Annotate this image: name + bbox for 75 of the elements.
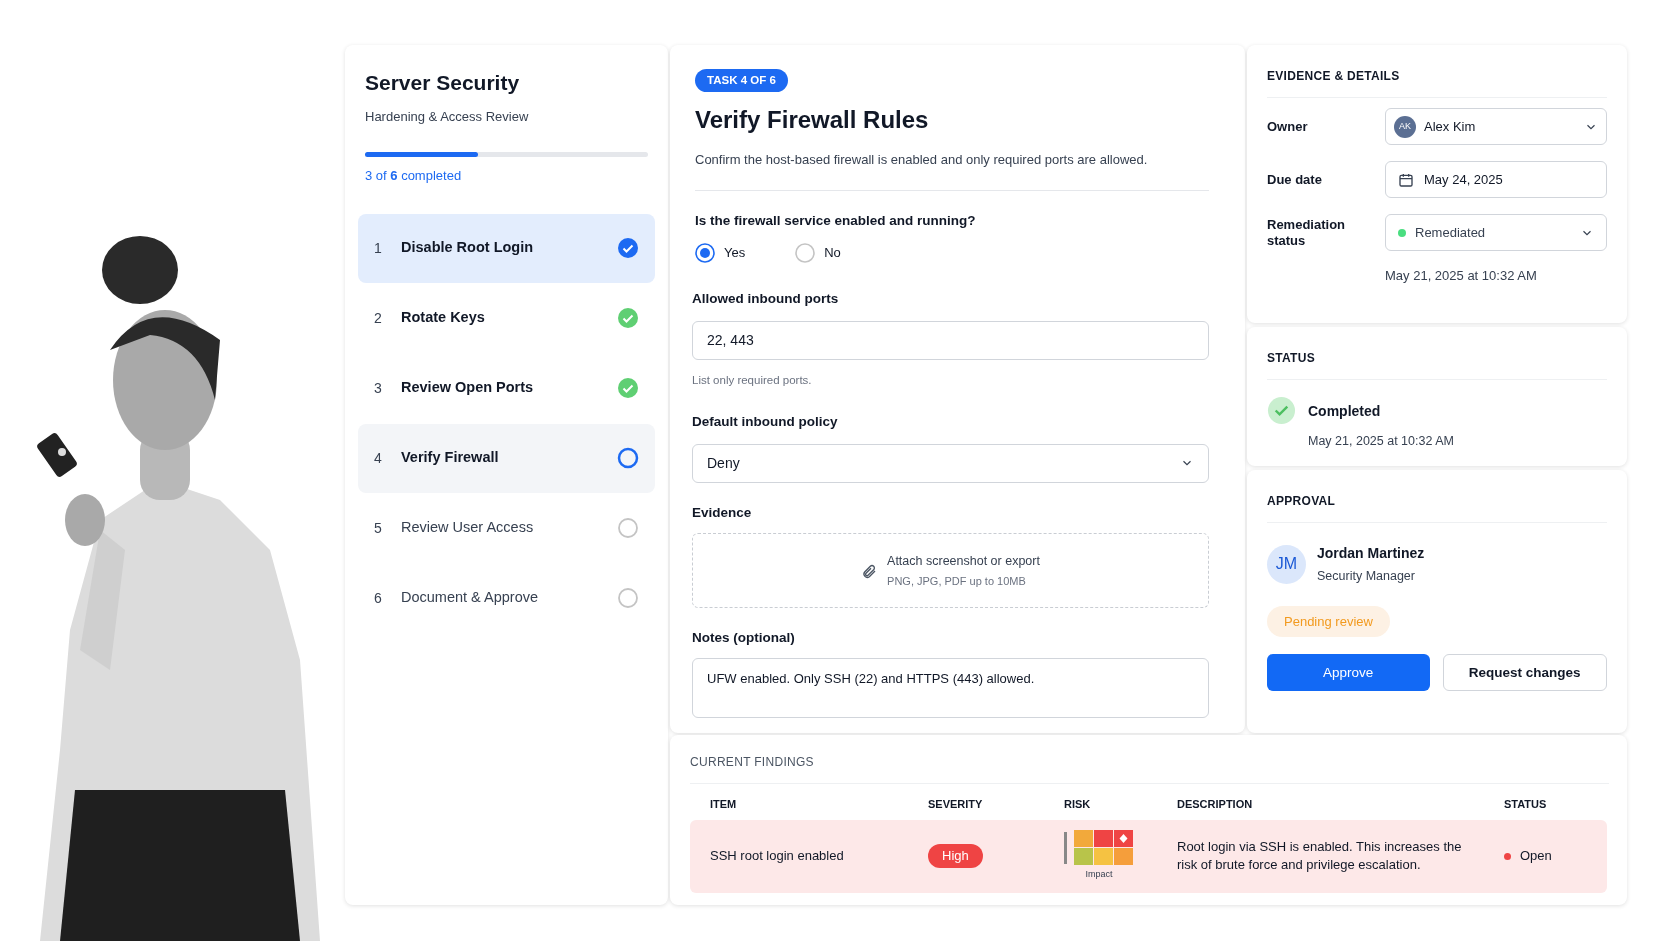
date-value: May 24, 2025 [1424,170,1503,189]
finding-row[interactable]: SSH root login enabled High Impact Root login via SSH is enabled. This increases the risk of brute force and privilege escalation. Open [690,819,1607,893]
task-description: Confirm the host-based firewall is enabled and only required ports are allowed. [695,151,1149,170]
step-item[interactable]: 3 Review Open Ports [358,353,655,423]
policy-select[interactable]: Deny [692,443,1209,483]
check-circle-icon [1267,396,1296,425]
finding-item: SSH root login enabled [710,847,845,866]
step-number: 3 [374,378,383,398]
step-item[interactable]: 4 Verify Firewall [358,423,655,493]
avatar: JM [1267,544,1306,584]
field-label: Owner [1267,117,1309,136]
sidebar-title: Server Security [365,70,521,96]
column-header: ITEM [710,797,738,812]
risk-matrix-icon [1064,830,1134,867]
card-heading: EVIDENCE & DETAILS [1267,68,1401,85]
column-header: SEVERITY [928,797,984,812]
step-label: Disable Root Login [401,238,535,258]
step-item[interactable]: 1 Disable Root Login [358,213,655,283]
field-label: Default inbound policy [692,412,839,431]
field-label: Remediation status [1267,216,1346,249]
approver-name: Jordan Martinez [1317,544,1425,563]
field-label: Allowed inbound ports [692,290,840,308]
radio-option[interactable]: Yes [695,243,746,263]
timestamp: May 21, 2025 at 10:32 AM [1385,267,1538,285]
avatar: AK [1394,115,1416,138]
remediation-select[interactable]: Remediated [1385,214,1607,251]
column-header: STATUS [1504,797,1548,812]
date-field[interactable]: May 24, 2025 [1385,161,1607,198]
ports-field[interactable]: 22, 443 [692,321,1209,361]
status-value: Completed [1308,402,1382,421]
column-header: DESCRIPTION [1177,797,1254,812]
notes-field[interactable]: UFW enabled. Only SSH (22) and HTTPS (443) allowed. [692,658,1209,719]
field-label: Notes (optional) [692,629,796,647]
column-header: RISK [1064,797,1092,812]
question-label: Is the firewall service enabled and running? [695,211,977,230]
finding-description: Root login via SSH is enabled. This increases the risk of brute force and privilege escalation. [1177,838,1463,874]
step-item[interactable]: 2 Rotate Keys [358,283,655,353]
field-label: Evidence [692,503,753,522]
approver-role: Security Manager [1317,568,1416,585]
remediation-value: Remediated [1415,223,1487,242]
status-timestamp: May 21, 2025 at 10:32 AM [1308,433,1454,450]
task-title: Verify Firewall Rules [695,105,930,136]
upload-hint: PNG, JPG, PDF up to 10MB [887,573,1027,589]
request-changes-button[interactable]: Request changes [1442,654,1607,692]
field-label: Due date [1267,170,1323,189]
card-heading: STATUS [1267,350,1317,367]
step-number: 6 [374,588,383,608]
task-badge: TASK 4 OF 6 [695,69,788,93]
owner-select[interactable]: AK Alex Kim [1385,108,1607,145]
step-label: Verify Firewall [401,448,500,468]
field-hint: List only required ports. [692,373,813,389]
step-label: Rotate Keys [401,308,486,328]
risk-axis-label: Impact [1085,868,1113,882]
progress-label: 3 of 6 completed [365,167,463,185]
finding-status: Open [1520,847,1552,866]
calendar-icon [1398,171,1414,188]
step-label: Review Open Ports [401,378,535,398]
radio-option[interactable]: No [795,243,841,263]
pending-badge: Pending review [1267,605,1390,638]
card-heading: APPROVAL [1267,493,1337,510]
step-number: 1 [374,238,383,258]
upload-dropzone[interactable]: Attach screenshot or export PNG, JPG, PDF up to 10MB [692,533,1209,608]
step-item[interactable]: 5 Review User Access [358,493,655,563]
step-label: Review User Access [401,518,535,538]
owner-name: Alex Kim [1424,117,1477,136]
step-number: 2 [374,308,383,328]
step-number: 4 [374,448,383,468]
upload-title: Attach screenshot or export [887,552,1040,570]
sidebar-subtitle: Hardening & Access Review [365,107,530,126]
card-heading: CURRENT FINDINGS [690,754,815,771]
step-number: 5 [374,518,383,538]
step-label: Document & Approve [401,588,540,608]
approve-button[interactable]: Approve [1267,654,1430,692]
severity-badge: High [928,844,983,868]
step-item[interactable]: 6 Document & Approve [358,563,655,633]
